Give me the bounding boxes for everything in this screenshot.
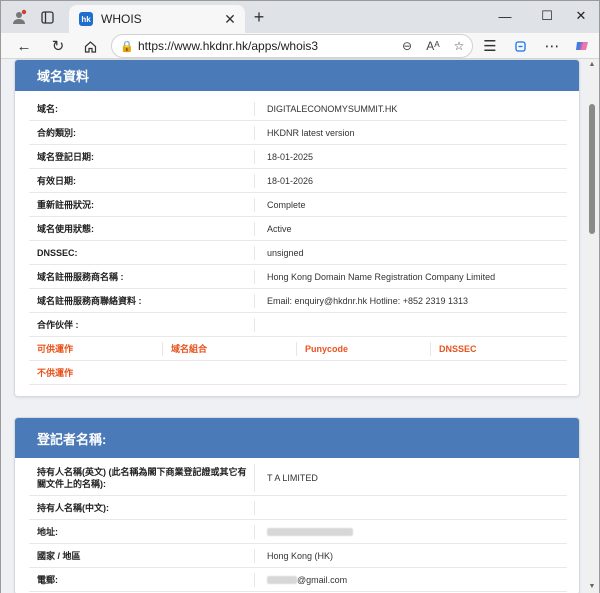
collections-icon[interactable]: [509, 35, 531, 57]
row-value: 18-01-2026: [267, 175, 314, 186]
option-punycode: Punycode: [297, 341, 431, 356]
row-label: 電郵:: [29, 572, 255, 587]
row-label: 有效日期:: [29, 173, 255, 188]
row-label: 合作伙伴 :: [29, 317, 255, 332]
tab-title: WHOIS: [101, 12, 142, 26]
favorites-list-icon[interactable]: ☰: [479, 35, 501, 57]
row-label: 持有人名稱(英文) (此名稱為閣下商業登記證或其它有關文件上的名稱):: [29, 463, 255, 492]
unavailable-options-row: 不供運作: [29, 361, 567, 385]
table-row: 國家 / 地區 Hong Kong (HK): [29, 544, 567, 568]
browser-window: hk WHOIS ✕ + — ☐ ✕ ← ↻ 🔒 https://www.hkd…: [0, 0, 600, 593]
table-row: 域名: DIGITALECONOMYSUMMIT.HK: [29, 97, 567, 121]
site-info-icon[interactable]: 🔒: [116, 40, 138, 53]
available-options-row: 可供運作 域名組合 Punycode DNSSEC: [29, 337, 567, 361]
table-row: 持有人名稱(英文) (此名稱為閣下商業登記證或其它有關文件上的名稱): T A L…: [29, 460, 567, 496]
hkdnr-favicon-icon: hk: [79, 12, 93, 26]
option-domain-bundle: 域名組合: [163, 341, 297, 356]
option-dnssec: DNSSEC: [439, 343, 477, 354]
title-bar: hk WHOIS ✕ + — ☐ ✕: [1, 1, 599, 33]
table-row: 地址:: [29, 520, 567, 544]
row-label: 持有人名稱(中文):: [29, 500, 255, 515]
row-value: Hong Kong (HK): [267, 550, 334, 561]
table-row: 域名註冊服務商名稱 : Hong Kong Domain Name Registr…: [29, 265, 567, 289]
row-label: 域名註冊服務商名稱 :: [29, 269, 255, 284]
favorite-star-icon[interactable]: ☆: [446, 39, 472, 53]
email-value-wrap: @gmail.com: [255, 575, 347, 585]
url-text[interactable]: https://www.hkdnr.hk/apps/whois3: [138, 39, 394, 53]
row-label: 國家 / 地區: [29, 548, 255, 563]
refresh-icon[interactable]: ↻: [47, 35, 69, 57]
row-label: 域名註冊服務商聯絡資料 :: [29, 293, 255, 308]
row-label: 域名登記日期:: [29, 149, 255, 164]
close-button[interactable]: ✕: [561, 5, 600, 27]
row-label: 地址:: [29, 524, 255, 539]
tab-whois[interactable]: hk WHOIS ✕: [69, 5, 245, 33]
table-row: 域名註冊服務商聯絡資料 : Email: enquiry@hkdnr.hk Hot…: [29, 289, 567, 313]
redacted-address: [255, 527, 353, 537]
row-value: HKDNR latest version: [267, 127, 355, 138]
minimize-button[interactable]: —: [485, 5, 525, 27]
table-row: 重新註冊狀況: Complete: [29, 193, 567, 217]
profile-icon[interactable]: [9, 7, 29, 27]
navigation-bar: ← ↻ 🔒 https://www.hkdnr.hk/apps/whois3 ⊖…: [1, 33, 599, 59]
home-icon[interactable]: [79, 35, 101, 57]
address-bar[interactable]: 🔒 https://www.hkdnr.hk/apps/whois3 ⊖ Aᴬ …: [111, 34, 473, 58]
row-value: Complete: [267, 199, 306, 210]
scroll-up-icon[interactable]: ▲: [588, 61, 596, 69]
more-menu-icon[interactable]: ⋯: [541, 35, 563, 57]
row-value: DIGITALECONOMYSUMMIT.HK: [267, 103, 398, 114]
table-row: 合約類別: HKDNR latest version: [29, 121, 567, 145]
registrant-panel: 登記者名稱: 持有人名稱(英文) (此名稱為閣下商業登記證或其它有關文件上的名稱…: [14, 417, 580, 593]
table-row: 域名登記日期: 18-01-2025: [29, 145, 567, 169]
panel-title: 域名資料: [15, 60, 579, 91]
read-aloud-icon[interactable]: Aᴬ: [420, 39, 446, 53]
table-row: 域名使用狀態: Active: [29, 217, 567, 241]
panel-title: 登記者名稱:: [15, 418, 579, 458]
copilot-icon[interactable]: [571, 35, 593, 57]
row-value: 18-01-2025: [267, 151, 314, 162]
vertical-scrollbar[interactable]: ▲ ▼: [586, 59, 598, 593]
row-label: 域名使用狀態:: [29, 221, 255, 236]
new-tab-button[interactable]: +: [249, 7, 269, 27]
scroll-down-icon[interactable]: ▼: [588, 583, 596, 591]
table-row: 電郵: @gmail.com: [29, 568, 567, 592]
tab-close-icon[interactable]: ✕: [221, 11, 239, 28]
back-arrow-icon[interactable]: ←: [13, 35, 35, 57]
domain-info-panel: 域名資料 域名: DIGITALECONOMYSUMMIT.HK 合約類別: HKD…: [14, 59, 580, 397]
option-unavailable: 不供運作: [37, 368, 74, 378]
row-label: DNSSEC:: [29, 245, 255, 260]
row-value: Hong Kong Domain Name Registration Compa…: [267, 271, 496, 282]
row-value: unsigned: [267, 247, 304, 258]
row-value: T A LIMITED: [267, 472, 318, 483]
option-available: 可供運作: [29, 341, 163, 356]
row-label: 合約類別:: [29, 125, 255, 140]
page-viewport: 域名資料 域名: DIGITALECONOMYSUMMIT.HK 合約類別: HKD…: [1, 59, 599, 593]
row-value: Email: enquiry@hkdnr.hk Hotline: +852 23…: [267, 295, 469, 306]
row-value: @gmail.com: [297, 574, 348, 585]
zoom-icon[interactable]: ⊖: [394, 39, 420, 53]
table-row: 持有人名稱(中文):: [29, 496, 567, 520]
tab-actions-icon[interactable]: [37, 7, 57, 27]
scroll-thumb[interactable]: [589, 104, 595, 234]
row-value: Active: [267, 223, 292, 234]
table-row: 合作伙伴 :: [29, 313, 567, 337]
row-label: 域名:: [29, 101, 255, 116]
table-row: 有效日期: 18-01-2026: [29, 169, 567, 193]
row-label: 重新註冊狀況:: [29, 197, 255, 212]
table-row: DNSSEC: unsigned: [29, 241, 567, 265]
